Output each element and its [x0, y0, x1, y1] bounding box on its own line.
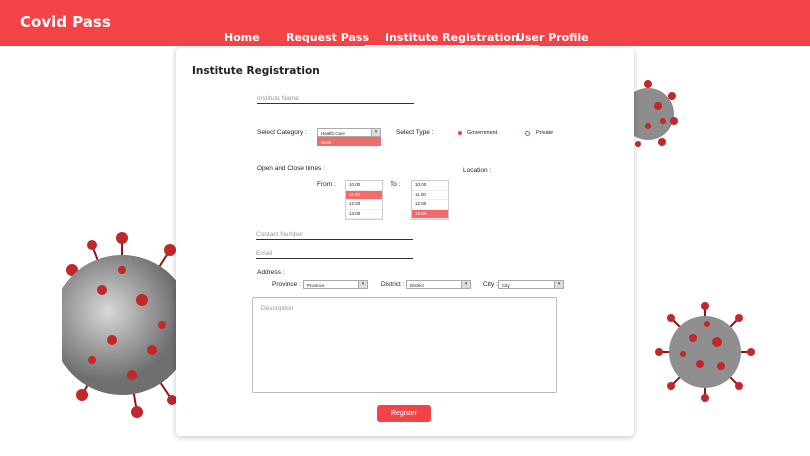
district-select[interactable]: District ▾: [406, 280, 471, 289]
city-label: City :: [483, 281, 498, 288]
select-category-label: Select Category :: [257, 129, 307, 136]
virus-illustration-right-bottom: [655, 302, 755, 402]
nav-user-profile[interactable]: User Profile: [516, 31, 589, 44]
category-select[interactable]: Health Care ▾: [317, 128, 381, 137]
city-value: City: [502, 283, 510, 288]
chevron-down-icon: ▾: [554, 281, 563, 288]
radio-private-label: Private: [536, 130, 554, 136]
chevron-down-icon: ▾: [358, 281, 367, 288]
to-label: To :: [390, 181, 401, 188]
contact-number-input[interactable]: Contact Number: [256, 231, 413, 240]
province-value: Province: [307, 283, 325, 288]
category-option-work[interactable]: Work: [317, 137, 381, 146]
from-label: From :: [317, 181, 336, 188]
app-title: Covid Pass: [20, 13, 111, 31]
nav-institute-registration[interactable]: Institute Registration: [365, 31, 539, 47]
registration-card: Institute Registration Institute Name Se…: [176, 48, 634, 436]
time-option[interactable]: 13.00: [346, 210, 382, 219]
institute-name-input[interactable]: Institute Name: [257, 95, 414, 104]
category-value: Health Care: [321, 131, 346, 136]
open-close-label: Open and Close times :: [257, 165, 325, 172]
province-label: Province :: [272, 281, 301, 288]
time-option[interactable]: 12.00: [412, 200, 448, 210]
radio-private[interactable]: [525, 131, 530, 136]
district-label: District :: [381, 281, 405, 288]
province-select[interactable]: Province ▾: [303, 280, 368, 289]
email-input[interactable]: Email: [256, 250, 413, 259]
city-select[interactable]: City ▾: [498, 280, 564, 289]
from-time-list[interactable]: 10.00 11.00 12.00 13.00: [345, 180, 383, 220]
virus-illustration-right-top: [628, 80, 678, 147]
form-title: Institute Registration: [192, 65, 320, 77]
time-option[interactable]: 11.00: [412, 191, 448, 200]
time-option[interactable]: 13.00: [412, 209, 448, 219]
time-option[interactable]: 12.00: [346, 200, 382, 210]
time-option[interactable]: 10.00: [412, 181, 448, 191]
radio-government[interactable]: [458, 131, 462, 135]
time-option[interactable]: 11.00: [346, 190, 382, 200]
to-time-list[interactable]: 10.00 11.00 12.00 13.00: [411, 180, 449, 220]
radio-government-label: Government: [467, 130, 498, 136]
register-button[interactable]: Register: [377, 405, 431, 422]
nav-request-pass[interactable]: Request Pass: [286, 31, 369, 44]
address-label: Address :: [257, 269, 285, 276]
nav-home[interactable]: Home: [224, 31, 260, 44]
chevron-down-icon: ▾: [461, 281, 470, 288]
description-textarea[interactable]: Description: [252, 297, 557, 393]
select-type-label: Select Type :: [396, 129, 434, 136]
district-value: District: [410, 283, 424, 288]
time-option[interactable]: 10.00: [346, 181, 382, 191]
location-label: Location :: [463, 167, 492, 174]
virus-illustration-left: [62, 232, 182, 418]
chevron-down-icon: ▾: [371, 129, 380, 136]
